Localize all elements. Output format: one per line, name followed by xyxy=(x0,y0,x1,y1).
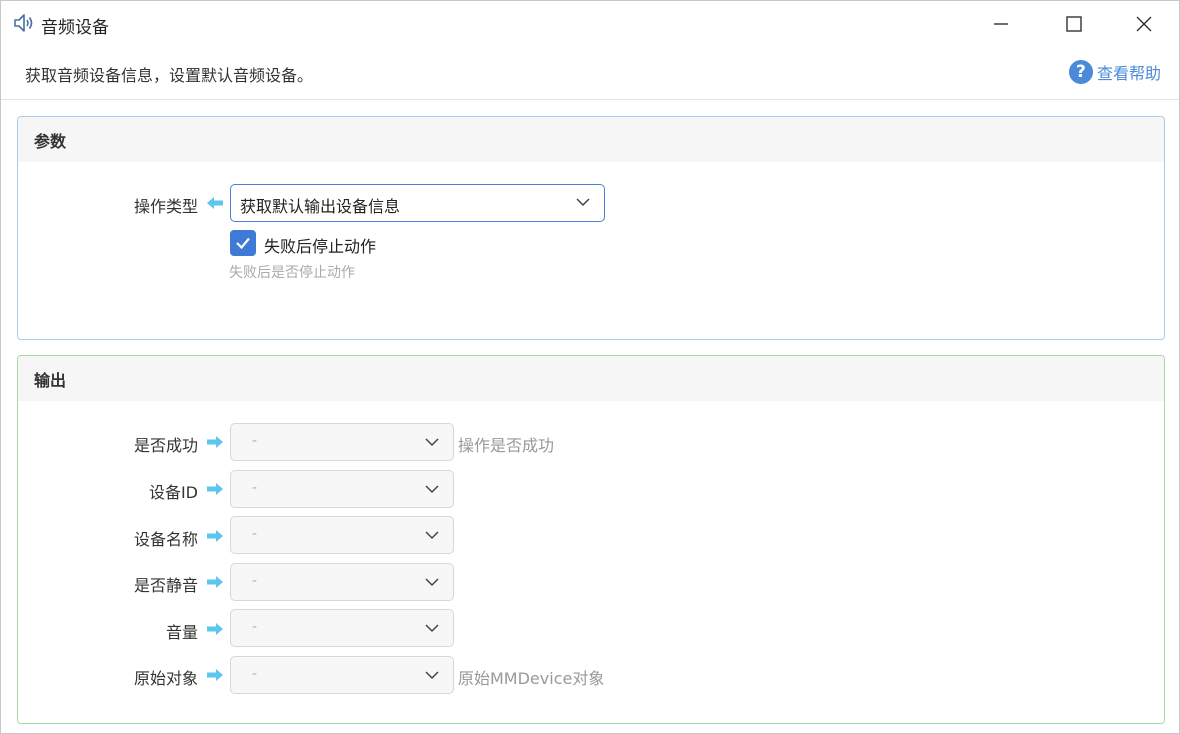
output-select-device-id[interactable]: - xyxy=(230,470,454,508)
maximize-button[interactable] xyxy=(1039,1,1109,47)
output-value-device-name: - xyxy=(252,526,258,542)
check-icon xyxy=(236,237,250,250)
params-section-title: 参数 xyxy=(18,117,1164,162)
output-select-raw-object[interactable]: - xyxy=(230,656,454,694)
stop-on-fail-checkbox[interactable] xyxy=(230,230,256,256)
output-label-device-name: 设备名称 xyxy=(133,530,198,549)
chevron-down-icon xyxy=(425,671,439,680)
output-arrow-icon xyxy=(207,623,223,635)
title-bar: 音频设备 xyxy=(1,1,1179,47)
close-button[interactable] xyxy=(1109,1,1179,47)
output-select-device-name[interactable]: - xyxy=(230,516,454,554)
chevron-down-icon xyxy=(425,531,439,540)
output-arrow-icon xyxy=(207,483,223,495)
minimize-icon xyxy=(994,23,1008,25)
output-section-title: 输出 xyxy=(18,356,1164,401)
chevron-down-icon xyxy=(425,438,439,447)
output-label-raw-object: 原始对象 xyxy=(133,669,198,688)
window-title: 音频设备 xyxy=(41,18,109,38)
output-select-volume[interactable]: - xyxy=(230,609,454,647)
output-value-device-id: - xyxy=(252,480,258,496)
audio-device-window: 音频设备 获取音频设备信息，设置默认音频设备。 ? 查看帮助 参数 操作类型 获… xyxy=(0,0,1180,734)
operation-type-select[interactable]: 获取默认输出设备信息 xyxy=(230,184,605,222)
output-arrow-icon xyxy=(207,530,223,542)
stop-on-fail-label[interactable]: 失败后停止动作 xyxy=(264,233,376,257)
params-panel: 参数 操作类型 获取默认输出设备信息 失败后停止动作 失败后是否停止动作 xyxy=(17,116,1165,340)
chevron-down-icon xyxy=(425,485,439,494)
output-select-success[interactable]: - xyxy=(230,423,454,461)
output-value-volume: - xyxy=(252,619,258,635)
question-icon: ? xyxy=(1068,60,1093,84)
close-icon xyxy=(1136,16,1152,32)
operation-type-label: 操作类型 xyxy=(133,197,198,216)
input-arrow-icon xyxy=(207,197,223,209)
output-hint-raw-object: 原始MMDevice对象 xyxy=(458,669,605,688)
output-arrow-icon xyxy=(207,669,223,681)
chevron-down-icon xyxy=(425,624,439,633)
output-arrow-icon xyxy=(207,576,223,588)
output-value-raw-object: - xyxy=(252,666,258,682)
help-link[interactable]: ? 查看帮助 xyxy=(1068,60,1161,84)
description-text: 获取音频设备信息，设置默认音频设备。 xyxy=(25,66,314,85)
output-label-muted: 是否静音 xyxy=(133,576,198,595)
maximize-icon xyxy=(1066,16,1082,32)
output-hint-success: 操作是否成功 xyxy=(458,436,555,455)
stop-on-fail-hint: 失败后是否停止动作 xyxy=(229,265,355,281)
description-bar: 获取音频设备信息，设置默认音频设备。 ? 查看帮助 xyxy=(1,47,1179,100)
help-label: 查看帮助 xyxy=(1096,64,1161,83)
minimize-button[interactable] xyxy=(966,1,1036,47)
output-label-success: 是否成功 xyxy=(133,436,198,455)
speaker-icon xyxy=(14,14,33,32)
output-select-muted[interactable]: - xyxy=(230,563,454,601)
output-label-volume: 音量 xyxy=(165,623,198,642)
output-value-muted: - xyxy=(252,573,258,589)
output-value-success: - xyxy=(252,433,258,449)
chevron-down-icon xyxy=(576,198,590,207)
output-label-device-id: 设备ID xyxy=(148,483,198,502)
operation-type-value: 获取默认输出设备信息 xyxy=(240,197,401,216)
output-arrow-icon xyxy=(207,436,223,448)
output-panel: 输出 是否成功 - 操作是否成功 设备ID - 设备名称 - 是否静音 - 音量… xyxy=(17,355,1165,724)
chevron-down-icon xyxy=(425,578,439,587)
